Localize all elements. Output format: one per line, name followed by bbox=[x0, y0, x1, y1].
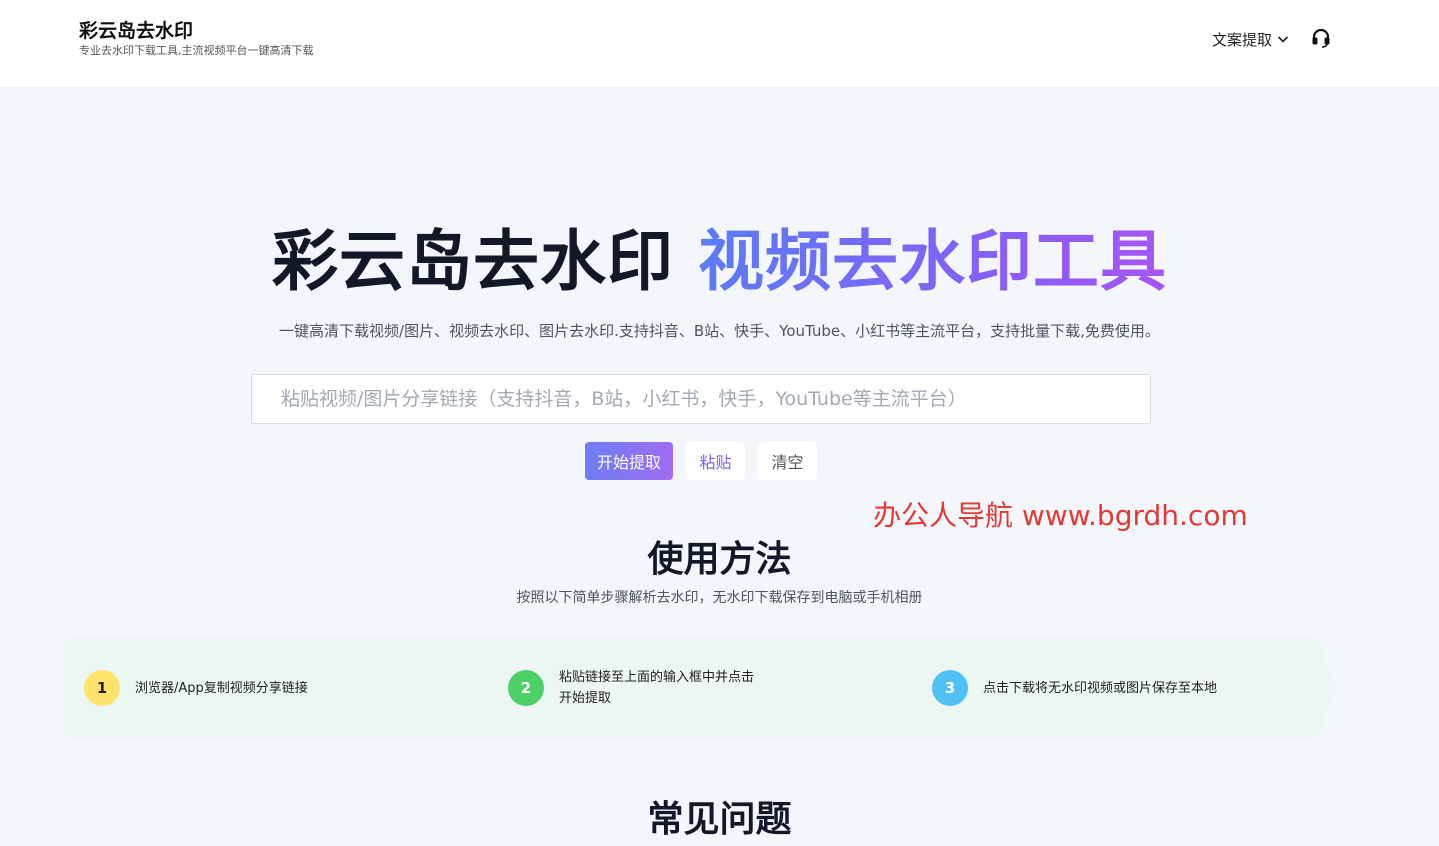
usage-subtitle: 按照以下简单步骤解析去水印，无水印下载保存到电脑或手机相册 bbox=[516, 590, 923, 606]
headset-icon[interactable] bbox=[1310, 27, 1332, 49]
hero-title-highlight: 视频去水印工具 bbox=[697, 223, 1167, 300]
watermark-overlay: 办公人导航 www.bgrdh.com bbox=[873, 499, 1248, 532]
faq-title: 常见问题 bbox=[647, 799, 792, 840]
brand[interactable]: 彩云岛去水印 专业去水印下载工具,主流视频平台一键高清下载 bbox=[79, 20, 314, 58]
hero-description: 一键高清下载视频/图片、视频去水印、图片去水印.支持抖音、B站、快手、YouTu… bbox=[279, 322, 1160, 340]
step-number-badge: 2 bbox=[508, 670, 544, 706]
clear-button[interactable]: 清空 bbox=[758, 442, 817, 480]
hero-title-main: 彩云岛去水印 bbox=[272, 223, 674, 300]
site-header: 彩云岛去水印 专业去水印下载工具,主流视频平台一键高清下载 文案提取 bbox=[0, 0, 1439, 86]
step-number-badge: 3 bbox=[932, 670, 968, 706]
step-text: 浏览器/App复制视频分享链接 bbox=[135, 680, 308, 696]
step-text: 点击下载将无水印视频或图片保存至本地 bbox=[983, 680, 1218, 696]
chevron-down-icon bbox=[1277, 36, 1289, 43]
start-extract-button[interactable]: 开始提取 bbox=[585, 442, 673, 480]
hero-title: 彩云岛去水印 视频去水印工具 bbox=[0, 222, 1439, 302]
step-number-badge: 1 bbox=[84, 670, 120, 706]
brand-title: 彩云岛去水印 bbox=[79, 20, 194, 42]
step-item: 2 粘贴链接至上面的输入框中并点击开始提取 bbox=[508, 638, 759, 738]
nav-copy-extract-dropdown[interactable]: 文案提取 bbox=[1212, 29, 1290, 49]
brand-subtitle: 专业去水印下载工具,主流视频平台一键高清下载 bbox=[79, 44, 314, 57]
nav-copy-extract-label: 文案提取 bbox=[1212, 30, 1273, 49]
usage-title: 使用方法 bbox=[647, 539, 792, 580]
paste-button[interactable]: 粘贴 bbox=[686, 442, 745, 480]
step-item: 1 浏览器/App复制视频分享链接 bbox=[84, 638, 345, 738]
step-item: 3 点击下载将无水印视频或图片保存至本地 bbox=[932, 638, 1283, 738]
step-text: 粘贴链接至上面的输入框中并点击开始提取 bbox=[559, 670, 755, 706]
share-link-input[interactable] bbox=[251, 374, 1151, 424]
